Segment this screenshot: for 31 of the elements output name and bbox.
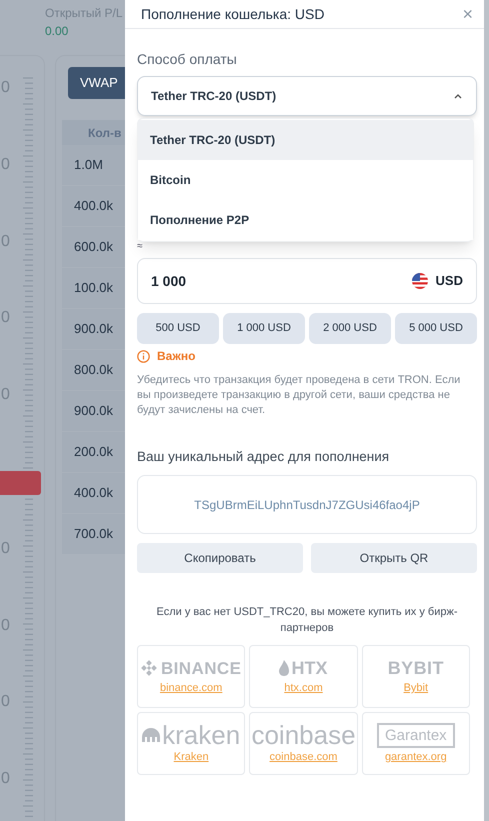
diamond-logo-icon — [140, 660, 157, 676]
currency-label: USD — [436, 272, 463, 290]
dropdown-option[interactable]: Tether TRC-20 (USDT) — [138, 120, 473, 160]
amount-field[interactable]: 1 000 USD — [137, 258, 477, 304]
logo-text: coinbase — [251, 722, 356, 748]
approx-sign: ≈ — [137, 242, 142, 252]
pl-value: 0.00 — [45, 23, 70, 40]
preset-button[interactable]: 500 USD — [137, 313, 219, 344]
partners-text: Если у вас нет USDT_TRC20, вы можете купить их у бирж-партнеров — [156, 605, 458, 636]
logo-text: kraken — [162, 722, 240, 748]
warning-title: Важно — [157, 348, 196, 365]
chevron-icon — [453, 93, 463, 99]
dropdown-option[interactable]: Bitcoin — [138, 160, 473, 200]
modal-title: Пополнение кошелька: USD — [141, 4, 324, 24]
us-flag-icon — [412, 273, 428, 289]
qr-button[interactable]: Открыть QR — [311, 543, 477, 574]
preset-button[interactable]: 2 000 USD — [309, 313, 391, 344]
logo-text: Garantex — [376, 722, 455, 748]
wallet-address: TSgUBrmEiLUphnTusdnJ7ZGUsi46fao4jP — [194, 496, 420, 514]
price-marker — [0, 471, 41, 495]
logo-text: HTX — [291, 659, 328, 677]
dropdown-option[interactable]: Пополнение P2P — [138, 200, 473, 240]
payment-select[interactable]: Tether TRC-20 (USDT) — [137, 76, 477, 116]
logo-text: BYBIT — [388, 659, 444, 677]
preset-button[interactable]: 1 000 USD — [223, 313, 305, 344]
field-label: Способ оплаты — [137, 50, 238, 69]
logo-text: BINANCE — [160, 660, 242, 676]
info-icon — [137, 350, 150, 362]
kraken-logo-icon — [142, 728, 160, 742]
copy-button[interactable]: Скопировать — [137, 543, 303, 574]
preset-button[interactable]: 5 000 USD — [395, 313, 477, 344]
